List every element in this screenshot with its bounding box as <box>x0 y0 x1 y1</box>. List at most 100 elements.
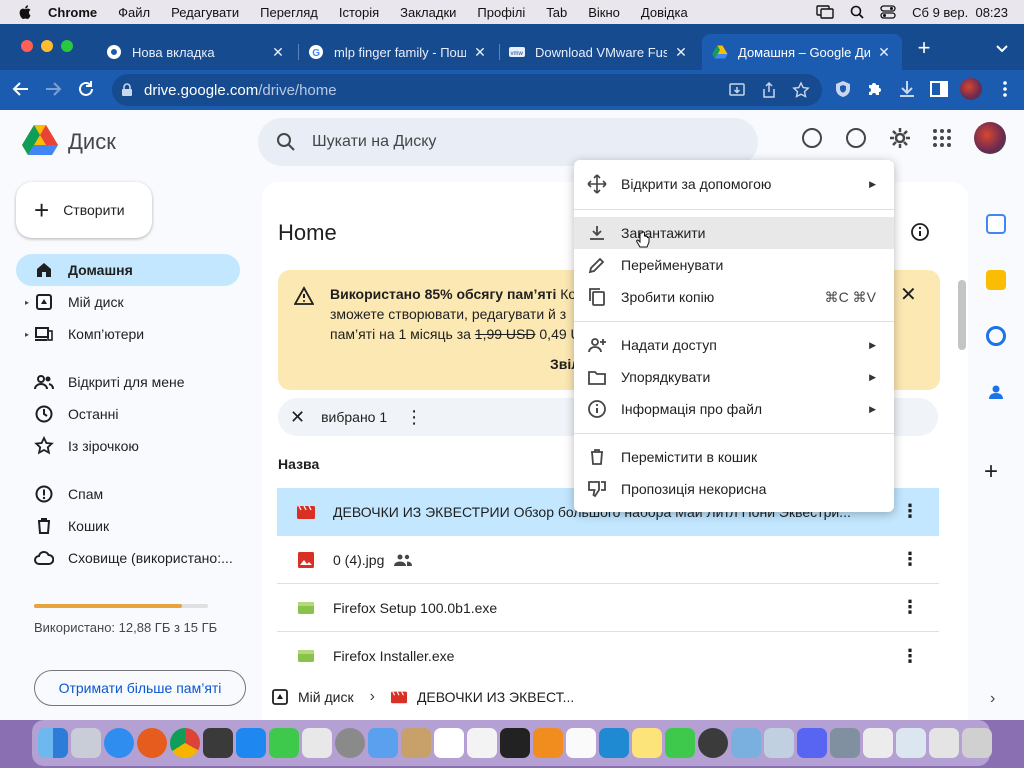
vscode-icon[interactable] <box>599 728 629 758</box>
tab-new-tab[interactable]: Нова вкладка ✕ <box>96 34 296 70</box>
offline-status-icon[interactable] <box>844 126 868 150</box>
file-row[interactable]: Firefox Installer.exe ⋮ <box>277 632 939 680</box>
menubar-file[interactable]: Файл <box>118 5 150 20</box>
tab-search-icon[interactable] <box>992 38 1012 58</box>
chrome-menu-icon[interactable] <box>994 78 1016 100</box>
zoom-window-button[interactable] <box>61 40 73 52</box>
row-more-icon[interactable]: ⋮ <box>901 597 919 618</box>
more-actions-icon[interactable]: ⋮ <box>405 407 423 428</box>
trash-dock-icon[interactable] <box>962 728 992 758</box>
messages-icon[interactable] <box>269 728 299 758</box>
scrollbar-thumb[interactable] <box>958 280 966 350</box>
finder-icon[interactable] <box>38 728 68 758</box>
vlc-icon[interactable] <box>533 728 563 758</box>
menubar-view[interactable]: Перегляд <box>260 5 318 20</box>
main-scrollbar[interactable] <box>956 268 968 720</box>
downloads-icon[interactable] <box>896 78 918 100</box>
nav-spam[interactable]: Спам <box>16 478 240 510</box>
keep-icon[interactable] <box>986 270 1006 290</box>
expand-caret-icon[interactable]: ▸ <box>25 298 29 307</box>
menubar-tab[interactable]: Tab <box>546 5 567 20</box>
close-window-button[interactable] <box>21 40 33 52</box>
row-more-icon[interactable]: ⋮ <box>901 549 919 570</box>
calendar-icon[interactable] <box>986 214 1006 234</box>
lock-icon[interactable] <box>120 83 134 97</box>
nav-my-drive[interactable]: ▸ Мій диск <box>16 286 240 318</box>
quicktime-icon[interactable] <box>698 728 728 758</box>
menu-move-to-trash[interactable]: Перемістити в кошик <box>574 441 894 473</box>
row-more-icon[interactable]: ⋮ <box>901 501 919 522</box>
screen-mirroring-icon[interactable] <box>816 5 834 19</box>
shield-extension-icon[interactable] <box>832 78 854 100</box>
close-tab-icon[interactable]: ✕ <box>673 44 689 61</box>
printer-icon[interactable] <box>863 728 893 758</box>
safari-icon[interactable] <box>104 728 134 758</box>
tab-vmware[interactable]: vmw Download VMware Fusion ✕ <box>499 34 699 70</box>
downloads-folder-icon[interactable] <box>929 728 959 758</box>
expand-caret-icon[interactable]: ▸ <box>25 330 29 339</box>
menubar-history[interactable]: Історія <box>339 5 379 20</box>
contacts-icon[interactable] <box>986 382 1006 402</box>
search-icon[interactable] <box>276 132 296 152</box>
contacts-dock-icon[interactable] <box>401 728 431 758</box>
profile-avatar[interactable] <box>960 78 982 100</box>
facetime-icon[interactable] <box>665 728 695 758</box>
nav-starred[interactable]: Із зірочкою <box>16 430 240 462</box>
system-preferences-icon[interactable] <box>335 728 365 758</box>
mail-icon[interactable] <box>368 728 398 758</box>
breadcrumb-root[interactable]: Мій диск <box>298 689 354 705</box>
new-tab-button[interactable]: + <box>912 36 936 60</box>
nav-storage[interactable]: Сховище (використано:... <box>16 542 240 574</box>
control-center-icon[interactable] <box>880 5 896 19</box>
menubar-window[interactable]: Вікно <box>588 5 620 20</box>
tasks-icon[interactable] <box>986 326 1006 346</box>
details-info-icon[interactable] <box>910 222 930 242</box>
garageband-icon[interactable] <box>203 728 233 758</box>
apple-menu-icon[interactable] <box>18 4 34 20</box>
app-store-icon[interactable] <box>236 728 266 758</box>
column-header-name[interactable]: Назва <box>278 456 319 472</box>
drive-search-bar[interactable]: Шукати на Диску <box>258 118 758 166</box>
terminal-icon[interactable] <box>500 728 530 758</box>
google-apps-icon[interactable] <box>930 126 954 150</box>
menu-rename[interactable]: Перейменувати <box>574 249 894 281</box>
menu-file-info[interactable]: Інформація про файл ▶ <box>574 393 894 425</box>
menubar-bookmarks[interactable]: Закладки <box>400 5 456 20</box>
menubar-profiles[interactable]: Профілі <box>477 5 525 20</box>
menu-organize[interactable]: Упорядкувати ▶ <box>574 361 894 393</box>
dismiss-banner-icon[interactable]: ✕ <box>900 282 917 307</box>
menu-download[interactable]: Завантажити <box>574 217 894 249</box>
row-more-icon[interactable]: ⋮ <box>901 646 919 667</box>
drive-title[interactable]: Диск <box>68 129 116 155</box>
create-new-button[interactable]: + Створити <box>16 182 152 238</box>
firefox-icon[interactable] <box>137 728 167 758</box>
get-more-storage-button[interactable]: Отримати більше пам’яті <box>34 670 246 706</box>
launchpad-icon[interactable] <box>71 728 101 758</box>
support-icon[interactable] <box>800 126 824 150</box>
menubar-edit[interactable]: Редагувати <box>171 5 239 20</box>
back-icon[interactable] <box>10 78 32 100</box>
textedit-icon[interactable] <box>467 728 497 758</box>
menu-open-with[interactable]: Відкрити за допомогою ▶ <box>574 168 894 200</box>
address-bar[interactable]: drive.google.com/drive/home <box>112 74 822 106</box>
account-avatar[interactable] <box>974 122 1006 154</box>
forward-icon[interactable] <box>42 78 64 100</box>
file-row[interactable]: Firefox Setup 100.0b1.exe ⋮ <box>277 584 939 632</box>
reload-icon[interactable] <box>75 78 97 100</box>
add-addon-icon[interactable]: + <box>984 458 998 486</box>
preview-icon[interactable] <box>764 728 794 758</box>
nav-computers[interactable]: ▸ Комп’ютери <box>16 318 240 350</box>
drive-logo-icon[interactable] <box>22 124 58 156</box>
install-app-icon[interactable] <box>728 81 746 99</box>
menubar-app-name[interactable]: Chrome <box>48 5 97 20</box>
menu-make-copy[interactable]: Зробити копію ⌘C ⌘V <box>574 281 894 313</box>
nav-home[interactable]: Домашня <box>16 254 240 286</box>
side-panel-icon[interactable] <box>928 78 950 100</box>
bookmark-star-icon[interactable] <box>792 81 810 99</box>
reminders-icon[interactable] <box>566 728 596 758</box>
tab-google-search[interactable]: G mlp finger family - Пошук ✕ <box>298 34 498 70</box>
maps-icon[interactable] <box>302 728 332 758</box>
close-tab-icon[interactable]: ✕ <box>472 44 488 61</box>
minimize-window-button[interactable] <box>41 40 53 52</box>
file-row[interactable]: 0 (4).jpg ⋮ <box>277 536 939 584</box>
